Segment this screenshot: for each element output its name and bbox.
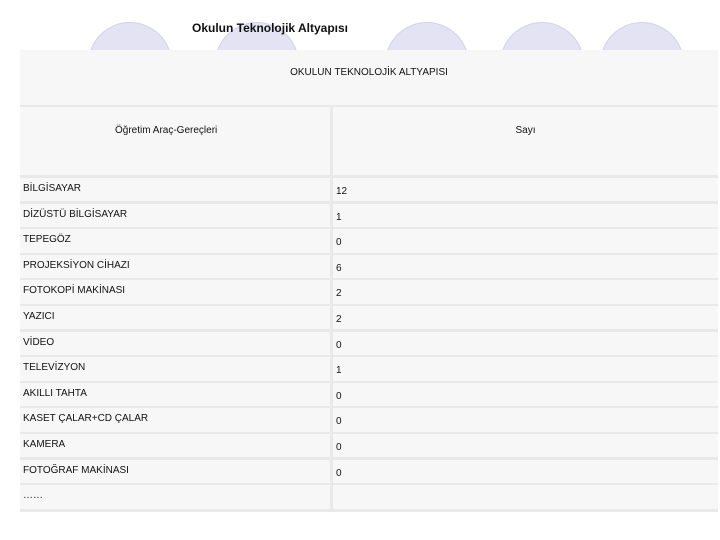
table-row-item-cell: …… xyxy=(20,485,330,509)
row-item-label: AKILLI TAHTA xyxy=(23,387,87,399)
table-row-item-cell: AKILLI TAHTA xyxy=(20,382,330,407)
table-title: OKULUN TEKNOLOJİK ALTYAPISI xyxy=(290,67,448,78)
row-count-value: 2 xyxy=(336,314,342,325)
column-header-count: Sayı xyxy=(515,125,536,136)
row-count-value: 0 xyxy=(336,442,342,453)
table-row-count-cell: 1 xyxy=(333,203,718,227)
row-item-label: BİLGİSAYAR xyxy=(23,183,81,194)
row-count-value: 0 xyxy=(336,237,342,249)
table-row-count-cell: 12 xyxy=(333,178,718,202)
row-item-label: TELEVİZYON xyxy=(23,362,86,374)
table-row-count-cell: 0 xyxy=(333,434,718,458)
row-count-value: 0 xyxy=(336,416,342,428)
row-item-label: YAZICI xyxy=(23,311,55,322)
row-count-value: 2 xyxy=(336,288,342,300)
row-item-label: FOTOĞRAF MAKİNASI xyxy=(23,464,129,476)
row-count-value: 0 xyxy=(336,467,342,479)
table-title-cell: OKULUN TEKNOLOJİK ALTYAPISI xyxy=(20,50,718,105)
table-row-count-cell xyxy=(333,485,718,509)
row-count-value: 12 xyxy=(336,186,348,197)
table-row-item-cell: YAZICI xyxy=(20,306,330,330)
table-row-count-cell: 2 xyxy=(333,306,718,330)
slide-title: Okulun Teknolojik Altyapısı xyxy=(191,21,349,35)
table-row-item-cell: PROJEKSİYON CİHAZI xyxy=(20,254,330,279)
table-row-item-cell: KASET ÇALAR+CD ÇALAR xyxy=(20,408,330,432)
table-row-item-cell: VİDEO xyxy=(20,331,330,355)
row-count-value: 1 xyxy=(336,365,342,377)
row-count-value: 1 xyxy=(336,211,342,223)
table-row-item-cell: TELEVİZYON xyxy=(20,357,330,381)
header-cell-count: Sayı xyxy=(333,107,718,175)
table-row-count-cell: 6 xyxy=(333,254,718,279)
row-item-label: KASET ÇALAR+CD ÇALAR xyxy=(23,413,149,425)
table-row-item-cell: DİZÜSTÜ BİLGİSAYAR xyxy=(20,203,330,227)
row-item-label: TEPEGÖZ xyxy=(23,234,71,246)
table-row-item-cell: FOTOĞRAF MAKİNASI xyxy=(20,459,330,483)
row-count-value: 0 xyxy=(336,390,342,402)
table-row-item-cell: TEPEGÖZ xyxy=(20,229,330,253)
row-item-label: VİDEO xyxy=(23,336,55,348)
column-header-items: Öğretim Araç-Gereçleri xyxy=(115,125,218,136)
row-count-value: 6 xyxy=(336,262,342,274)
header-cell-items: Öğretim Araç-Gereçleri xyxy=(20,107,330,175)
table-row-count-cell: 0 xyxy=(333,408,718,432)
row-item-label: DİZÜSTÜ BİLGİSAYAR xyxy=(23,208,128,220)
table-row-count-cell: 0 xyxy=(333,331,718,355)
table-row-count-cell: 0 xyxy=(333,229,718,253)
table-row-item-cell: FOTOKOPİ MAKİNASI xyxy=(20,280,330,304)
row-count-value: 0 xyxy=(336,339,342,351)
row-item-label: KAMERA xyxy=(23,439,66,450)
technology-table: OKULUN TEKNOLOJİK ALTYAPISI Öğretim Araç… xyxy=(20,50,718,512)
table-row-count-cell: 0 xyxy=(333,459,718,483)
table-row-item-cell: BİLGİSAYAR xyxy=(20,178,330,202)
row-item-label: FOTOKOPİ MAKİNASI xyxy=(23,285,126,297)
table-row-item-cell: KAMERA xyxy=(20,434,330,458)
table-row-count-cell: 0 xyxy=(333,382,718,407)
row-item-label: PROJEKSİYON CİHAZI xyxy=(23,259,130,271)
table-row-count-cell: 1 xyxy=(333,357,718,381)
table-row-count-cell: 2 xyxy=(333,280,718,304)
row-item-label: …… xyxy=(23,490,43,502)
